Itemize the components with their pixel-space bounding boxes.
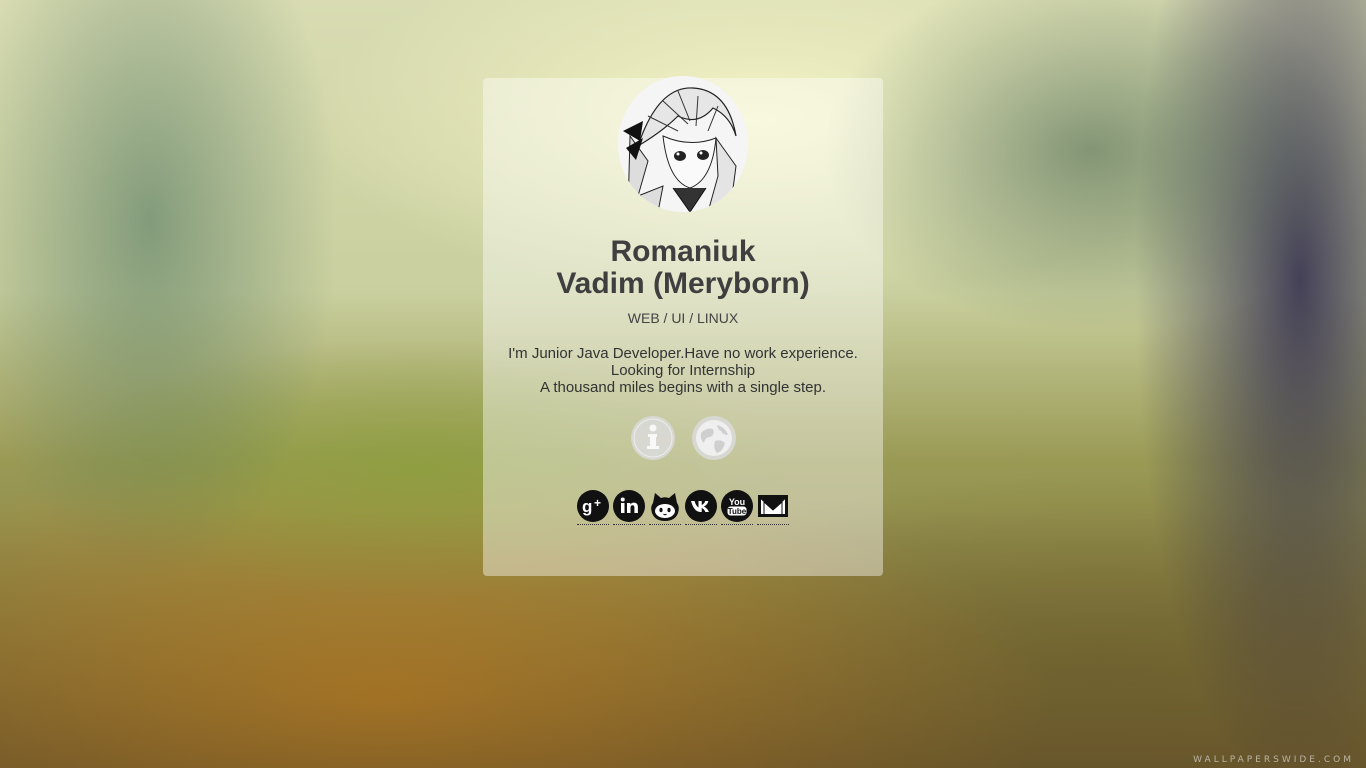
- social-links: g + You Tube: [483, 490, 883, 525]
- youtube-link[interactable]: You Tube: [721, 490, 753, 525]
- email-icon: [758, 495, 788, 517]
- github-icon: [651, 493, 679, 521]
- google-plus-icon: g +: [577, 490, 609, 522]
- bio-line: I'm Junior Java Developer.Have no work e…: [508, 345, 858, 362]
- profile-name: Romaniuk Vadim (Meryborn): [483, 236, 883, 300]
- profile-name-line1: Romaniuk: [610, 235, 756, 268]
- linkedin-icon: [613, 490, 645, 522]
- globe-button[interactable]: [691, 415, 737, 461]
- vk-icon: [685, 490, 717, 522]
- bio-line: Looking for Internship: [610, 362, 756, 379]
- google-plus-link[interactable]: g +: [577, 490, 609, 525]
- info-button[interactable]: [630, 415, 676, 461]
- email-link[interactable]: [757, 490, 789, 525]
- avatar: [618, 76, 748, 212]
- svg-text:Tube: Tube: [728, 507, 747, 516]
- linkedin-link[interactable]: [613, 490, 645, 525]
- profile-card: Romaniuk Vadim (Meryborn) WEB / UI / LIN…: [483, 76, 883, 576]
- youtube-icon: You Tube: [721, 490, 753, 522]
- github-link[interactable]: [649, 490, 681, 525]
- watermark-text: WALLPAPERSWIDE.COM: [1193, 755, 1354, 765]
- profile-bio: I'm Junior Java Developer.Have no work e…: [483, 345, 883, 396]
- vk-link[interactable]: [685, 490, 717, 525]
- action-buttons: [483, 415, 883, 461]
- profile-tagline: WEB / UI / LINUX: [627, 310, 739, 326]
- svg-text:g: g: [582, 497, 592, 516]
- profile-name-line2: Vadim (Meryborn): [556, 267, 810, 300]
- svg-text:+: +: [594, 496, 601, 510]
- globe-icon: [691, 416, 736, 460]
- svg-text:You: You: [729, 497, 745, 507]
- info-icon: [630, 416, 675, 460]
- bio-line: A thousand miles begins with a single st…: [539, 379, 826, 396]
